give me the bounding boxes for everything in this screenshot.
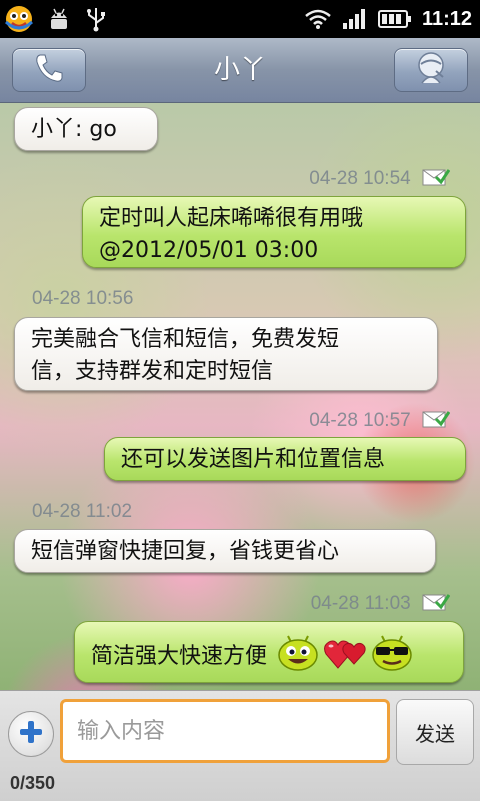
message-timestamp: 04-28 10:54 [309, 167, 451, 193]
outgoing-message[interactable]: 还可以发送图片和位置信息 [104, 437, 466, 481]
status-time: 11:12 [421, 7, 472, 30]
incoming-message[interactable]: 小丫: go [14, 107, 158, 151]
plus-icon [18, 719, 44, 749]
compose-bar: 发送 0/350 [0, 690, 480, 801]
outgoing-message[interactable]: 定时叫人起床唏唏很有用哦 @2012/05/01 03:00 [82, 196, 466, 268]
message-timestamp: 04-28 10:57 [309, 409, 451, 435]
message-text: 简洁强大快速方便 [91, 644, 268, 669]
delivered-check-icon [422, 409, 451, 435]
android-smile-emoji-icon [276, 634, 320, 682]
add-attachment-button[interactable] [8, 711, 54, 757]
message-text: 定时叫人起床唏唏很有用哦 [99, 206, 364, 231]
message-text: 还可以发送图片和位置信息 [121, 447, 386, 472]
send-button[interactable]: 发送 [396, 699, 474, 765]
message-text: 完美融合飞信和短信，免费发短 [31, 327, 340, 352]
message-text: 信，支持群发和定时短信 [31, 359, 274, 384]
character-counter: 0/350 [10, 773, 56, 793]
delivered-check-icon [422, 167, 451, 193]
message-text: @2012/05/01 03:00 [99, 238, 319, 263]
message-timestamp: 04-28 10:56 [32, 288, 134, 309]
signal-icon [342, 8, 368, 30]
outgoing-message[interactable]: 简洁强大快速方便 [74, 621, 464, 683]
message-timestamp: 04-28 11:02 [32, 501, 133, 522]
contact-avatar-icon [412, 49, 450, 91]
delivered-check-icon [422, 592, 451, 618]
usb-icon [84, 6, 108, 32]
hearts-emoji-icon [322, 634, 368, 682]
incoming-message[interactable]: 短信弹窗快捷回复，省钱更省心 [14, 529, 436, 573]
message-timestamp: 04-28 11:03 [311, 592, 451, 618]
incoming-message[interactable]: 完美融合飞信和短信，免费发短 信，支持群发和定时短信 [14, 317, 438, 391]
wifi-icon [304, 8, 332, 30]
contact-details-button[interactable] [394, 48, 468, 92]
conversation-header: 小丫 [0, 38, 480, 103]
status-bar: 11:12 [0, 0, 480, 38]
sunglasses-emoji-icon [370, 634, 414, 682]
android-debug-icon [46, 6, 72, 32]
feixin-app-icon [4, 4, 34, 34]
message-input[interactable] [60, 699, 390, 763]
message-text: 小丫: go [31, 117, 117, 142]
message-list[interactable]: 小丫: go 04-28 10:54 定时叫人起床唏唏很有用哦 @2012/05… [0, 103, 480, 690]
message-text: 短信弹窗快捷回复，省钱更省心 [31, 539, 340, 564]
battery-icon [377, 9, 412, 29]
